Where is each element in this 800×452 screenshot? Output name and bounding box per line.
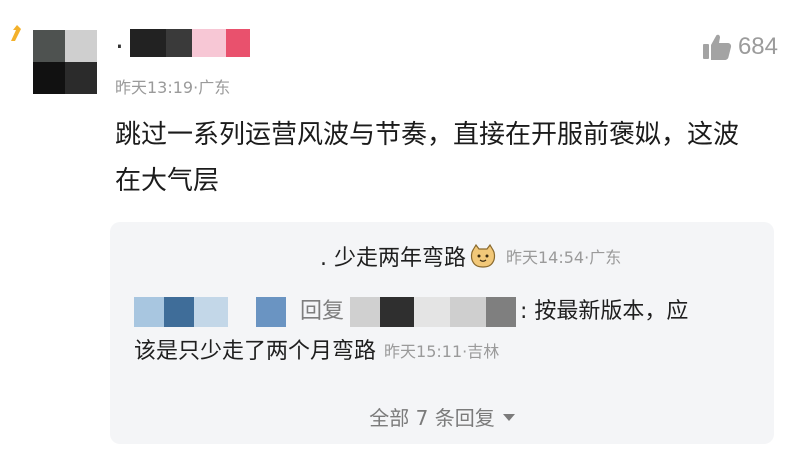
username-mosaic — [225, 29, 250, 57]
reply-target-mosaic — [350, 297, 381, 327]
reply-item[interactable]: . 少走两年弯路 昨天14:54·广东 — [320, 240, 621, 272]
comment-text: 跳过一系列运营风波与节奏，直接在开服前褒姒，这波在大气层 — [115, 120, 740, 196]
reply-target-mosaic — [486, 297, 517, 327]
reply-time: 昨天14:54·广东 — [506, 248, 622, 267]
comment-meta: 昨天13:19·广东 — [115, 78, 231, 97]
reply-section: . 少走两年弯路 昨天14:54·广东 回复 : 按最新版本，应 该是只少走了两… — [110, 222, 774, 444]
username-mosaic — [191, 29, 226, 57]
reply-target-mosaic — [450, 297, 487, 327]
username-mosaic — [129, 29, 166, 57]
reply-time: 昨天15:11·吉林 — [384, 342, 500, 361]
reply-text-line2: 该是只少走了两个月弯路 — [134, 339, 377, 364]
chevron-down-icon — [502, 414, 515, 421]
thumbs-up-icon — [702, 34, 732, 60]
username-mosaic — [165, 29, 192, 57]
avatar[interactable] — [33, 30, 97, 94]
reply-author-mosaic — [164, 297, 194, 327]
reply-target-mosaic — [414, 297, 451, 327]
username-text: . — [115, 21, 124, 55]
cat-emoji-icon — [470, 244, 496, 268]
like-button[interactable]: 684 — [702, 33, 778, 61]
username[interactable]: . — [115, 22, 250, 58]
reply-author: . 少走两年弯路 — [320, 246, 466, 271]
reply-author-mosaic — [134, 297, 164, 327]
view-all-replies-label: 全部 7 条回复 — [369, 406, 495, 430]
view-all-replies-button[interactable]: 全部 7 条回复 — [110, 402, 774, 431]
like-count: 684 — [737, 33, 778, 60]
reply-target-mosaic — [380, 297, 415, 327]
reply-author-mosaic — [194, 297, 228, 327]
reply-text-line1: : 按最新版本，应 — [520, 299, 689, 324]
rank-badge-icon — [11, 25, 21, 41]
reply-author-mosaic — [228, 297, 256, 327]
reply-to-label: 回复 — [300, 299, 345, 324]
reply-author-mosaic — [256, 297, 286, 327]
reply-item[interactable]: 回复 : 按最新版本，应 该是只少走了两个月弯路 昨天15:11·吉林 — [134, 292, 754, 372]
